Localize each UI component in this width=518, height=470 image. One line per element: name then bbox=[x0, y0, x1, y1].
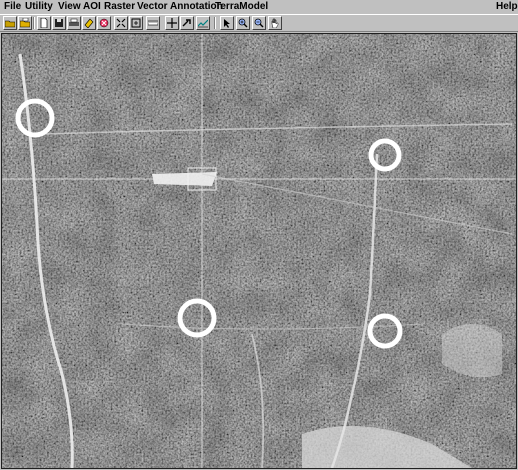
print-button[interactable] bbox=[67, 16, 81, 30]
zoom-extent-button[interactable] bbox=[129, 16, 143, 30]
eraser-button[interactable] bbox=[82, 16, 96, 30]
cancel-button[interactable] bbox=[97, 16, 111, 30]
zoom-in-button[interactable] bbox=[236, 16, 250, 30]
profile-button[interactable] bbox=[196, 16, 210, 30]
new-document-icon bbox=[40, 18, 48, 28]
zoom-out-icon bbox=[254, 18, 264, 28]
zoom-in-icon bbox=[238, 18, 248, 28]
zoom-out-button[interactable] bbox=[252, 16, 266, 30]
pan-hand-icon bbox=[271, 18, 279, 28]
print-icon bbox=[69, 18, 79, 26]
menu-raster[interactable]: Raster bbox=[104, 1, 135, 13]
toolbar-separator bbox=[214, 17, 216, 29]
profile-icon bbox=[198, 19, 208, 28]
menu-vector[interactable]: Vector bbox=[137, 1, 168, 13]
menu-terramodel[interactable]: TerraModel bbox=[215, 1, 268, 13]
inquire-button[interactable] bbox=[180, 16, 194, 30]
fit-extent-icon bbox=[116, 18, 126, 28]
fit-extent-button[interactable] bbox=[114, 16, 128, 30]
measure-icon bbox=[148, 20, 158, 26]
toolbar bbox=[0, 14, 518, 32]
cancel-icon bbox=[99, 18, 109, 28]
pan-hand-button[interactable] bbox=[268, 16, 282, 30]
menu-help[interactable]: Help bbox=[496, 1, 518, 13]
eraser-icon bbox=[84, 18, 94, 28]
open-folder-icon bbox=[5, 20, 15, 28]
zoom-extent-icon bbox=[131, 18, 141, 28]
save-as-icon bbox=[55, 19, 63, 27]
save-as-button[interactable] bbox=[52, 16, 66, 30]
vegetation-texture bbox=[2, 34, 516, 468]
select-arrow-button[interactable] bbox=[220, 16, 234, 30]
crosshair-icon bbox=[167, 18, 177, 28]
menu-bar: File Utility View AOI Raster Vector Anno… bbox=[0, 0, 518, 14]
menu-aoi[interactable]: AOI bbox=[83, 1, 101, 13]
image-viewer-canvas[interactable] bbox=[1, 33, 517, 469]
menu-file[interactable]: File bbox=[4, 1, 21, 13]
new-document-button[interactable] bbox=[37, 16, 51, 30]
save-button[interactable] bbox=[18, 16, 32, 30]
menu-view[interactable]: View bbox=[58, 1, 81, 13]
save-icon bbox=[20, 18, 30, 28]
select-arrow-icon bbox=[224, 19, 230, 28]
inquire-icon bbox=[182, 19, 191, 27]
toolbar-separator bbox=[33, 17, 35, 29]
viewer-window: File Utility View AOI Raster Vector Anno… bbox=[0, 0, 518, 470]
satellite-image bbox=[2, 34, 516, 468]
measure-button[interactable] bbox=[146, 16, 160, 30]
crosshair-button[interactable] bbox=[165, 16, 179, 30]
open-folder-button[interactable] bbox=[3, 16, 17, 30]
menu-utility[interactable]: Utility bbox=[25, 1, 53, 13]
